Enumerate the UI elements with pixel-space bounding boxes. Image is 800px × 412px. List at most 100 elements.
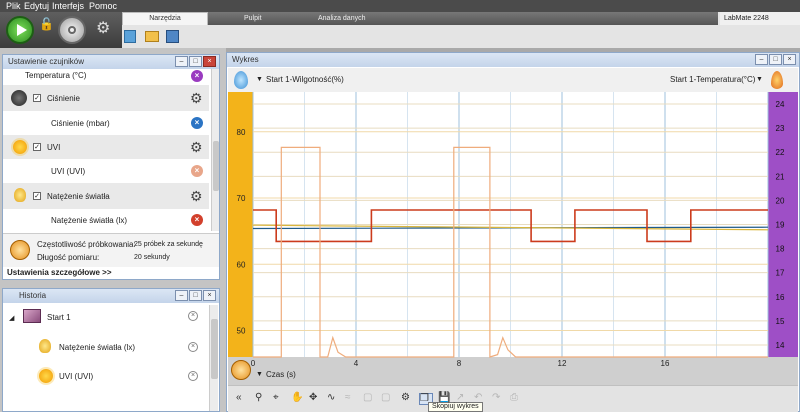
- sensor-label: Ciśnienie (mbar): [51, 119, 110, 128]
- remove-icon[interactable]: ×: [191, 214, 203, 226]
- tab-strip: Pulpit Analiza danych: [208, 12, 718, 25]
- history-window-buttons: – □ ×: [175, 290, 216, 301]
- gear-icon[interactable]: ⚙: [190, 140, 203, 154]
- left-series-selector[interactable]: Start 1-Wilgotność(%): [266, 75, 344, 84]
- minimize-button[interactable]: –: [175, 56, 188, 67]
- gear-icon[interactable]: ⚙: [401, 393, 410, 403]
- menu-pomoc[interactable]: Pomoc: [89, 0, 117, 12]
- menu-plik[interactable]: Plik: [6, 0, 21, 12]
- y-right-tick-label: 22: [776, 148, 785, 157]
- sensor-label: UVI: [47, 143, 61, 152]
- maximize-button[interactable]: □: [769, 54, 782, 65]
- duration-label: Długość pomiaru:: [37, 253, 100, 262]
- tab-narzedzia[interactable]: Narzędzia: [122, 12, 208, 25]
- light-bulb-icon: [39, 339, 51, 353]
- minimize-button[interactable]: –: [175, 290, 188, 301]
- tab-pulpit[interactable]: Pulpit: [244, 12, 262, 25]
- hand-icon[interactable]: ✋: [291, 393, 303, 403]
- chart-window-title: Wykres: [227, 53, 799, 67]
- print-icon: ⎙: [510, 392, 518, 403]
- sensors-window-buttons: – □ ×: [175, 56, 216, 67]
- tab-analiza-danych[interactable]: Analiza danych: [318, 12, 365, 25]
- sensor-checkbox[interactable]: ✓: [33, 94, 41, 102]
- y-right-tick-label: 17: [776, 269, 785, 278]
- pressure-gauge-icon: [11, 90, 27, 106]
- chart-plot[interactable]: 50 60 70 80 14 15 16 17 18 19 20 21 22 23 24 0 4 8 12 16: [228, 92, 798, 372]
- redo-icon: ↷: [492, 392, 501, 403]
- crop-icon[interactable]: ⌖: [273, 393, 279, 403]
- detailed-settings-link[interactable]: Ustawienia szczegółowe >>: [7, 268, 111, 277]
- settings-gear-icon[interactable]: ⚙: [96, 21, 110, 37]
- remove-item-icon[interactable]: ×: [188, 371, 198, 381]
- y-left-tick-label: 70: [237, 194, 246, 203]
- expand-arrow-icon[interactable]: ◢: [9, 314, 14, 322]
- right-series-selector[interactable]: Start 1-Temperatura(°C): [670, 75, 755, 84]
- history-run-label[interactable]: Start 1: [47, 313, 71, 322]
- dropdown-arrow-icon[interactable]: ▼: [256, 76, 263, 83]
- y-right-tick-label: 21: [776, 172, 785, 181]
- close-button[interactable]: ×: [203, 56, 216, 67]
- flame-icon: [771, 71, 783, 89]
- water-drop-icon: [234, 71, 248, 89]
- x-tick-label: 8: [457, 359, 462, 368]
- dropdown-arrow-icon[interactable]: ▼: [756, 76, 763, 83]
- remove-run-icon[interactable]: ×: [188, 311, 198, 321]
- lock-icon[interactable]: 🔓: [39, 18, 54, 30]
- sensor-row-natezenie-unit: Natężenie światła (lx) ×: [3, 209, 209, 231]
- open-folder-icon[interactable]: [145, 31, 159, 42]
- sensor-label: Natężenie światła (lx): [51, 216, 128, 225]
- menu-interfejs[interactable]: Interfejs: [52, 0, 84, 12]
- duration-value[interactable]: 20 sekundy: [134, 254, 170, 261]
- sensors-panel: Ustawienie czujników – □ × Temperatura (…: [2, 54, 220, 280]
- new-file-icon[interactable]: [124, 30, 136, 43]
- run-folder-icon: [23, 309, 41, 323]
- history-scrollbar[interactable]: [209, 305, 218, 411]
- y-right-tick-label: 16: [776, 293, 785, 302]
- collapse-icon[interactable]: «: [236, 393, 242, 403]
- start-button[interactable]: [6, 16, 34, 44]
- remove-item-icon[interactable]: ×: [188, 342, 198, 352]
- minimize-button[interactable]: –: [755, 54, 768, 65]
- annotation-icon: ▢: [381, 392, 391, 403]
- sensor-label: UVI (UVI): [51, 167, 86, 176]
- gear-icon[interactable]: ⚙: [190, 91, 203, 105]
- maximize-button[interactable]: □: [189, 290, 202, 301]
- maximize-button[interactable]: □: [189, 56, 202, 67]
- x-tick-label: 12: [558, 359, 567, 368]
- chart-window-buttons: – □ ×: [755, 54, 796, 65]
- save-icon[interactable]: [166, 30, 179, 43]
- sensor-row-natezenie: ✓ Natężenie światła ⚙: [3, 183, 209, 209]
- y-left-tick-label: 80: [237, 128, 246, 137]
- scrollbar-thumb[interactable]: [213, 141, 219, 191]
- curve-icon[interactable]: ∿: [327, 393, 335, 403]
- remove-icon[interactable]: ×: [191, 117, 203, 129]
- sensor-checkbox[interactable]: ✓: [33, 143, 41, 151]
- y-right-tick-label: 20: [776, 196, 785, 205]
- sensor-row-uvi: ✓ UVI ⚙: [3, 135, 209, 159]
- sampling-settings: Częstotliwość próbkowania: 25 próbek za …: [3, 233, 219, 267]
- clock-icon: [10, 240, 30, 260]
- zoom-icon[interactable]: ⚲: [255, 393, 262, 403]
- stop-button[interactable]: [58, 16, 86, 44]
- sensors-scrollbar[interactable]: [211, 69, 219, 231]
- history-item-label[interactable]: Natężenie światła (lx): [59, 343, 135, 352]
- light-bulb-icon: [14, 188, 26, 202]
- device-label: LabMate 2248: [720, 12, 800, 25]
- dropdown-arrow-icon[interactable]: ▼: [256, 371, 263, 378]
- gear-icon[interactable]: ⚙: [190, 189, 203, 203]
- history-item-label[interactable]: UVI (UVI): [59, 372, 93, 381]
- frequency-value[interactable]: 25 próbek za sekundę: [134, 241, 203, 248]
- close-button[interactable]: ×: [203, 290, 216, 301]
- remove-icon[interactable]: ×: [191, 165, 203, 177]
- sun-icon: [39, 369, 53, 383]
- y-right-tick-label: 14: [776, 341, 785, 350]
- close-button[interactable]: ×: [783, 54, 796, 65]
- sensor-row-cisnienie: ✓ Ciśnienie ⚙: [3, 85, 209, 111]
- menu-edytuj[interactable]: Edytuj: [24, 0, 49, 12]
- sensor-checkbox[interactable]: ✓: [33, 192, 41, 200]
- record-controls: 🔓 ⚙: [0, 12, 122, 48]
- move-icon[interactable]: ✥: [309, 393, 317, 403]
- scrollbar-thumb[interactable]: [211, 319, 218, 379]
- x-tick-label: 0: [251, 359, 256, 368]
- remove-icon[interactable]: ×: [191, 70, 203, 82]
